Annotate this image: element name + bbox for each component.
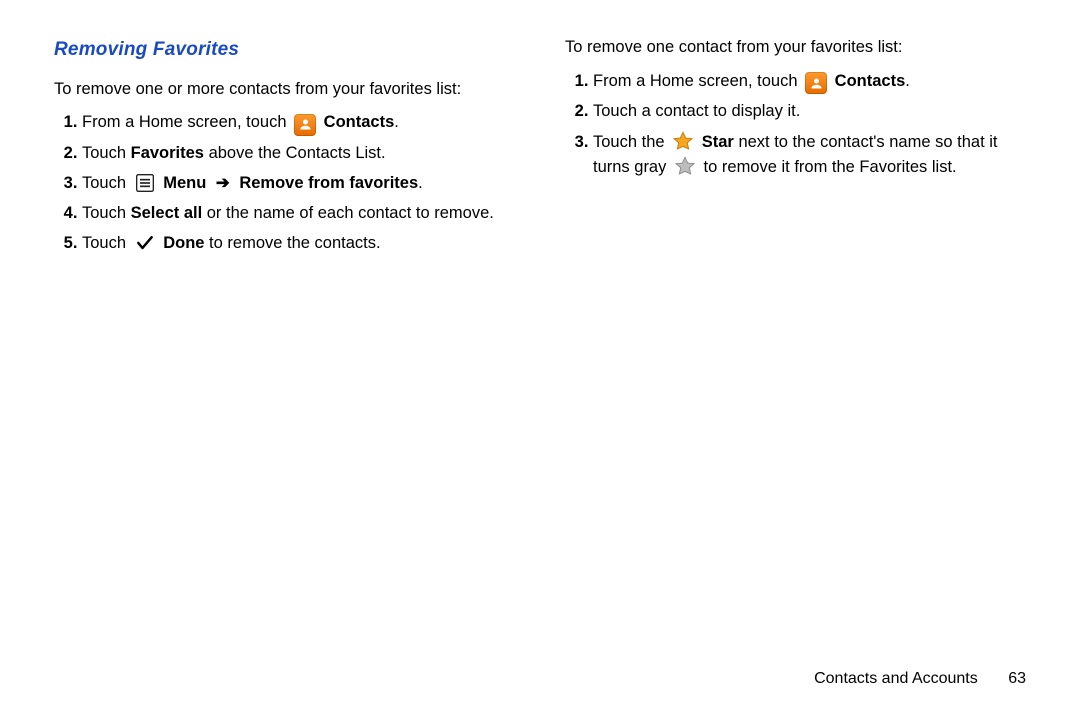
check-icon [134, 232, 156, 254]
left-step-3: Touch Menu ➔ Remove from favorites. [82, 172, 525, 196]
contacts-icon [294, 114, 316, 136]
right-steps: From a Home screen, touch Contacts. Touc… [565, 70, 1036, 180]
text: to remove the contacts. [204, 234, 380, 252]
page-footer: Contacts and Accounts 63 [814, 670, 1026, 688]
text: or the name of each contact to remove. [202, 204, 494, 222]
right-column: To remove one contact from your favorite… [565, 36, 1036, 262]
menu-label: Menu [163, 174, 206, 192]
text: Touch [82, 144, 131, 162]
text: From a Home screen, touch [82, 113, 291, 131]
right-step-2: Touch a contact to display it. [593, 100, 1036, 124]
star-gold-icon [672, 130, 694, 152]
arrow-icon: ➔ [216, 172, 230, 196]
text: to remove it from the Favorites list. [704, 158, 957, 176]
done-label: Done [163, 234, 204, 252]
left-intro: To remove one or more contacts from your… [54, 78, 525, 102]
text: . [905, 72, 910, 90]
left-steps: From a Home screen, touch Contacts. Touc… [54, 111, 525, 255]
left-step-4: Touch Select all or the name of each con… [82, 202, 525, 226]
left-step-5: Touch Done to remove the contacts. [82, 232, 525, 256]
text: From a Home screen, touch [593, 72, 802, 90]
text: Touch [82, 204, 131, 222]
select-all-label: Select all [131, 204, 203, 222]
favorites-label: Favorites [131, 144, 204, 162]
left-step-1: From a Home screen, touch Contacts. [82, 111, 525, 136]
text: Touch [82, 234, 131, 252]
right-intro: To remove one contact from your favorite… [565, 36, 1036, 60]
text: . [394, 113, 399, 131]
left-step-2: Touch Favorites above the Contacts List. [82, 142, 525, 166]
right-step-1: From a Home screen, touch Contacts. [593, 70, 1036, 95]
text: Touch the [593, 133, 669, 151]
right-step-3: Touch the Star next to the contact's nam… [593, 130, 1036, 180]
footer-section: Contacts and Accounts [814, 670, 978, 687]
menu-icon [134, 172, 156, 194]
text: Touch [82, 174, 131, 192]
contacts-icon [805, 72, 827, 94]
contacts-label: Contacts [835, 72, 906, 90]
text: above the Contacts List. [204, 144, 386, 162]
section-heading: Removing Favorites [54, 36, 525, 64]
star-gray-icon [674, 155, 696, 177]
manual-page: Removing Favorites To remove one or more… [0, 0, 1080, 720]
two-column-layout: Removing Favorites To remove one or more… [54, 36, 1036, 262]
remove-favorites-label: Remove from favorites [239, 174, 418, 192]
star-label: Star [702, 133, 734, 151]
left-column: Removing Favorites To remove one or more… [54, 36, 525, 262]
contacts-label: Contacts [324, 113, 395, 131]
page-number: 63 [1008, 670, 1026, 687]
text: . [418, 174, 423, 192]
